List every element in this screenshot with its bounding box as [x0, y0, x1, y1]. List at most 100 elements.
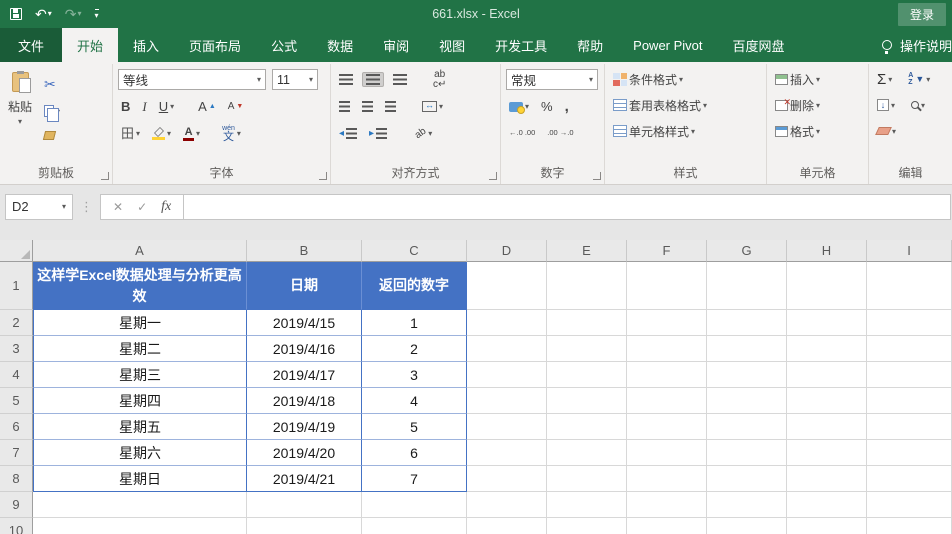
col-header-G[interactable]: G	[707, 240, 787, 262]
sort-filter-button[interactable]: AZ▼▾	[905, 71, 933, 87]
cell-F9[interactable]	[627, 492, 707, 518]
cell-styles-button[interactable]: 单元格样式▾	[610, 122, 698, 141]
cell-C5[interactable]: 4	[362, 388, 467, 414]
cell-G1[interactable]	[707, 262, 787, 310]
tab-insert[interactable]: 插入	[118, 28, 174, 62]
italic-button[interactable]: I	[139, 98, 149, 116]
increase-decimal-button[interactable]: ←.0 .00	[506, 128, 538, 138]
fill-color-button[interactable]: ▾	[149, 127, 174, 141]
cell-B5[interactable]: 2019/4/18	[247, 388, 362, 414]
decrease-indent-button[interactable]: ◂	[336, 127, 360, 140]
cell-E5[interactable]	[547, 388, 627, 414]
wrap-text-button[interactable]: abc↵	[430, 69, 449, 91]
cell-C3[interactable]: 2	[362, 336, 467, 362]
col-header-E[interactable]: E	[547, 240, 627, 262]
tab-power-pivot[interactable]: Power Pivot	[618, 28, 717, 62]
clear-button[interactable]: ▾	[874, 126, 899, 137]
cell-I7[interactable]	[867, 440, 952, 466]
conditional-formatting-button[interactable]: 条件格式▾	[610, 70, 686, 89]
increase-indent-button[interactable]: ▸	[366, 127, 390, 140]
row-header-5[interactable]: 5	[0, 388, 33, 414]
cell-D4[interactable]	[467, 362, 547, 388]
cell-G3[interactable]	[707, 336, 787, 362]
cell-G2[interactable]	[707, 310, 787, 336]
col-header-C[interactable]: C	[362, 240, 467, 262]
cell-H9[interactable]	[787, 492, 867, 518]
cell-H8[interactable]	[787, 466, 867, 492]
cell-B2[interactable]: 2019/4/15	[247, 310, 362, 336]
cell-F5[interactable]	[627, 388, 707, 414]
cell-A6[interactable]: 星期五	[33, 414, 247, 440]
shrink-font-button[interactable]: A▼	[225, 100, 247, 113]
cell-A8[interactable]: 星期日	[33, 466, 247, 492]
align-middle-button[interactable]	[362, 72, 384, 87]
cell-I4[interactable]	[867, 362, 952, 388]
formula-input[interactable]	[184, 194, 951, 220]
cell-C1[interactable]: 返回的数字	[362, 262, 467, 310]
name-box[interactable]: D2▾	[5, 194, 73, 220]
save-button[interactable]	[10, 8, 22, 20]
cell-F8[interactable]	[627, 466, 707, 492]
cell-I3[interactable]	[867, 336, 952, 362]
cell-D3[interactable]	[467, 336, 547, 362]
cell-G10[interactable]	[707, 518, 787, 534]
row-header-10[interactable]: 10	[0, 518, 33, 534]
row-header-7[interactable]: 7	[0, 440, 33, 466]
font-name-combo[interactable]: 等线▾	[118, 69, 266, 90]
cell-D6[interactable]	[467, 414, 547, 440]
cell-F4[interactable]	[627, 362, 707, 388]
cell-B6[interactable]: 2019/4/19	[247, 414, 362, 440]
cell-H5[interactable]	[787, 388, 867, 414]
cell-D1[interactable]	[467, 262, 547, 310]
tab-file[interactable]: 文件	[0, 28, 62, 62]
cell-C9[interactable]	[362, 492, 467, 518]
cell-B9[interactable]	[247, 492, 362, 518]
percent-style-button[interactable]: %	[538, 98, 556, 115]
accounting-format-button[interactable]: ▾	[506, 101, 532, 113]
row-header-2[interactable]: 2	[0, 310, 33, 336]
tab-developer[interactable]: 开发工具	[480, 28, 562, 62]
cell-E2[interactable]	[547, 310, 627, 336]
tab-page-layout[interactable]: 页面布局	[174, 28, 256, 62]
cell-I9[interactable]	[867, 492, 952, 518]
col-header-F[interactable]: F	[627, 240, 707, 262]
col-header-H[interactable]: H	[787, 240, 867, 262]
insert-function-button[interactable]: fx	[161, 199, 171, 215]
tab-data[interactable]: 数据	[312, 28, 368, 62]
cell-A7[interactable]: 星期六	[33, 440, 247, 466]
cell-A5[interactable]: 星期四	[33, 388, 247, 414]
col-header-D[interactable]: D	[467, 240, 547, 262]
cell-B10[interactable]	[247, 518, 362, 534]
select-all-corner[interactable]	[0, 240, 33, 262]
number-format-combo[interactable]: 常规▾	[506, 69, 598, 90]
cell-I2[interactable]	[867, 310, 952, 336]
cell-G5[interactable]	[707, 388, 787, 414]
cell-D9[interactable]	[467, 492, 547, 518]
cell-E3[interactable]	[547, 336, 627, 362]
cell-B8[interactable]: 2019/4/21	[247, 466, 362, 492]
sign-in-button[interactable]: 登录	[898, 3, 946, 26]
cell-I8[interactable]	[867, 466, 952, 492]
cell-H3[interactable]	[787, 336, 867, 362]
font-dialog-launcher-icon[interactable]	[319, 172, 327, 180]
customize-qat-button[interactable]: ▾	[95, 9, 99, 20]
cell-G4[interactable]	[707, 362, 787, 388]
align-top-button[interactable]	[336, 73, 356, 86]
tell-me-search[interactable]: 操作说明	[882, 28, 952, 62]
cell-C8[interactable]: 7	[362, 466, 467, 492]
cell-A10[interactable]	[33, 518, 247, 534]
cell-F1[interactable]	[627, 262, 707, 310]
undo-button[interactable]: ↶▾	[35, 7, 52, 21]
cell-H4[interactable]	[787, 362, 867, 388]
comma-style-button[interactable]: ,	[562, 97, 572, 116]
cell-E6[interactable]	[547, 414, 627, 440]
copy-button[interactable]: ▾	[41, 104, 63, 118]
tab-view[interactable]: 视图	[424, 28, 480, 62]
merge-center-button[interactable]: ▾	[419, 100, 446, 113]
cancel-button[interactable]: ✕	[113, 200, 123, 214]
align-right-button[interactable]	[382, 100, 399, 113]
cut-button[interactable]: ✂	[41, 76, 63, 92]
cell-H1[interactable]	[787, 262, 867, 310]
cell-C4[interactable]: 3	[362, 362, 467, 388]
number-dialog-launcher-icon[interactable]	[593, 172, 601, 180]
